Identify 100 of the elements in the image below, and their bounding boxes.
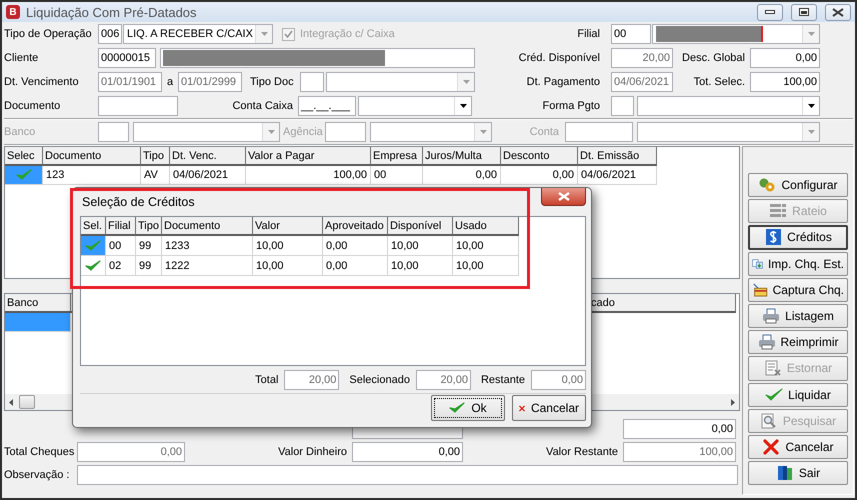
column-header[interactable]: Tipo [136,217,162,236]
column-header[interactable]: Valor [253,217,323,236]
action-button[interactable]: Liquidar [748,382,848,407]
action-button[interactable]: Cancelar [748,434,848,460]
maximize-button[interactable] [791,4,817,20]
field-label: Dt. Pagamento [526,76,601,88]
column-header[interactable]: Juros/Multa [423,147,501,166]
amount-field[interactable]: 20,00 [284,370,340,390]
dropdown-arrow-icon [260,32,268,36]
action-button[interactable]: Créditos [748,225,848,250]
account-dropdown[interactable] [358,96,472,116]
column-header[interactable]: Aproveitado [323,217,388,236]
column-header[interactable]: Usado [453,217,519,236]
field-label: Desc. Global [681,52,746,64]
close-icon [558,192,570,201]
table-cell: 10,00 [253,256,323,276]
action-button[interactable]: Sair [748,461,848,486]
agency-dropdown[interactable] [370,122,492,142]
action-button[interactable]: Reimprimir [748,330,848,354]
amount-field[interactable]: 100,00 [623,442,736,462]
amount-field[interactable]: 0,00 [352,442,463,462]
dialog-button[interactable]: Cancelar [512,395,586,421]
table-cell: 123 [43,166,141,185]
search-icon [760,412,778,429]
code-field[interactable] [565,122,633,142]
branch-dropdown[interactable] [652,24,820,44]
code-field[interactable]: 00 [611,24,651,44]
amount-field[interactable]: 0,00 [531,370,586,390]
select-cell[interactable] [81,256,106,276]
field-label: Conta [528,126,560,138]
close-icon [832,8,844,16]
select-cell[interactable] [5,166,43,185]
check-icon [16,169,32,181]
table-cell: 0,00 [323,256,388,276]
code-field[interactable]: 006 [98,24,122,44]
action-button[interactable]: Captura Chq. [748,278,848,302]
scroll-left-icon[interactable] [9,398,13,406]
column-header[interactable]: Documento [162,217,253,236]
scroll-right-icon[interactable] [731,398,735,406]
door-icon [776,465,794,482]
amount-field[interactable]: 0,00 [623,418,736,438]
column-header[interactable]: cado [589,294,736,313]
table-row[interactable] [5,313,71,332]
dialog-button[interactable]: Ok [431,395,505,421]
code-field[interactable] [325,122,366,142]
select-cell[interactable] [81,236,106,256]
amount-field[interactable]: 100,00 [750,72,820,92]
table-cell: 99 [136,236,162,256]
document-field[interactable] [98,96,178,116]
minimize-button[interactable] [757,4,783,20]
column-header[interactable]: Documento [43,147,141,166]
table-cell: 10,00 [453,236,519,256]
table-cell: 10,00 [253,236,323,256]
date-field[interactable]: 01/01/1901 [98,72,162,92]
field-label: Banco [4,126,36,138]
column-header[interactable]: Banco [5,294,71,313]
column-header[interactable]: Tipo [141,147,170,166]
date-field[interactable]: 04/06/2021 [611,72,673,92]
name-field[interactable] [160,48,475,68]
column-header[interactable]: Filial [106,217,136,236]
column-header[interactable]: Selec [5,147,43,166]
close-button[interactable] [825,4,851,20]
date-field[interactable]: 01/01/2999 [178,72,242,92]
column-header[interactable]: Desconto [501,147,578,166]
table-cell: 00 [106,236,136,256]
table-cell: 10,00 [453,256,519,276]
column-header[interactable]: Valor a Pagar [246,147,371,166]
code-field[interactable] [98,122,129,142]
amount-field[interactable]: 0,00 [77,442,185,462]
code-field[interactable]: 00000015 [98,48,156,68]
scroll-thumb[interactable] [19,395,35,409]
code-field[interactable] [611,96,634,116]
column-header[interactable]: Empresa [371,147,423,166]
account-field[interactable]: __.__.___ [298,96,356,116]
table-cell: 1233 [162,236,253,256]
field-label: Total Cheques [4,446,76,458]
field-label: Observação : [4,468,70,480]
column-header[interactable]: Dt. Venc. [170,147,246,166]
column-header[interactable]: Sel. [81,217,106,236]
field-label: Filial [576,28,601,40]
payment-dropdown[interactable] [637,96,820,116]
account-dropdown[interactable] [637,122,820,142]
bank-dropdown[interactable] [133,122,280,142]
action-button[interactable]: Listagem [748,304,848,328]
printer-icon [762,308,780,324]
table-cell: 0,00 [501,166,578,185]
field-label: Tipo Doc [249,76,295,88]
close-icon [762,438,780,455]
check-icon [85,240,101,252]
close-button[interactable] [541,188,586,206]
action-button[interactable]: Imp. Chq. Est. [748,252,848,276]
amount-field[interactable]: 20,00 [611,48,673,68]
column-header[interactable]: Dt. Emissão [578,147,657,166]
action-button[interactable]: Configurar [748,173,848,198]
amount-field[interactable]: 20,00 [416,370,471,390]
note-field[interactable] [77,464,738,484]
column-header[interactable]: Disponível [388,217,453,236]
code-field[interactable] [300,72,324,92]
amount-field[interactable]: 0,00 [750,48,820,68]
operation-dropdown[interactable]: LIQ. A RECEBER C/CAIX [123,24,273,44]
